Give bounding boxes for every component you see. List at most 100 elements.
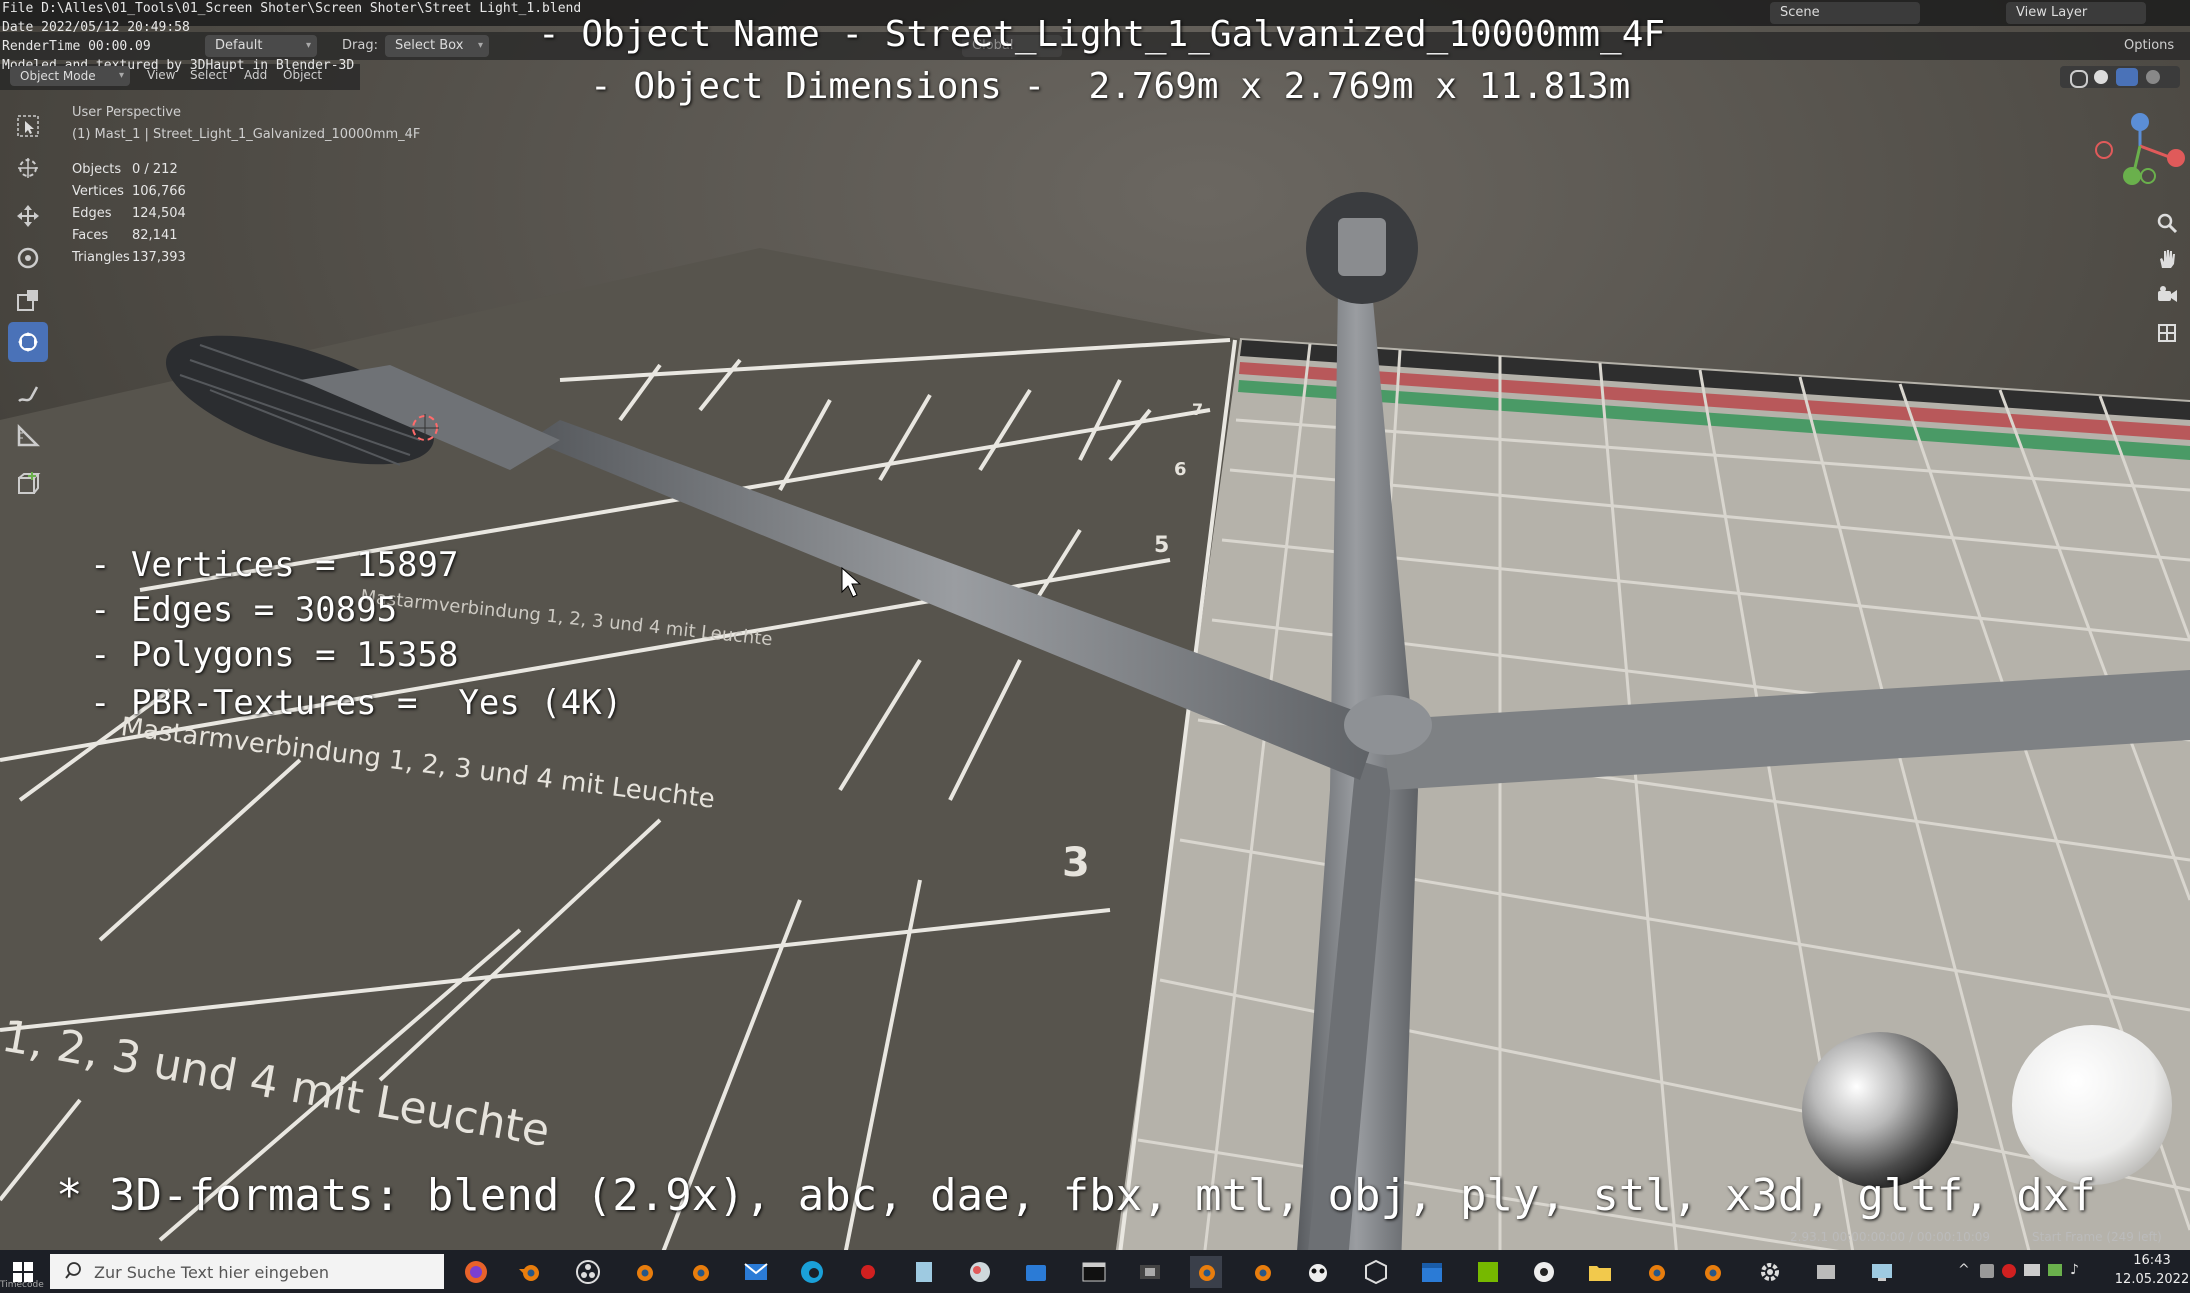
film-icon[interactable] <box>1134 1256 1166 1288</box>
overlay-edges: - Edges = 30895 <box>90 590 398 630</box>
ortho-toggle-button[interactable] <box>2150 316 2184 350</box>
spider-app-icon[interactable] <box>852 1256 884 1288</box>
ground-plane <box>0 248 1245 1293</box>
menu-select[interactable]: Select <box>190 68 227 82</box>
hand-icon <box>2160 250 2175 268</box>
scene-selector[interactable]: Scene <box>1770 2 1920 24</box>
obs-icon[interactable] <box>572 1256 604 1288</box>
grid-icon <box>2158 324 2176 342</box>
material-shading-icon[interactable] <box>2116 68 2138 86</box>
menu-object[interactable]: Object <box>283 68 322 82</box>
tray-volume-icon[interactable]: ♪ <box>2070 1262 2079 1278</box>
zoom-button[interactable] <box>2150 206 2184 240</box>
annotate-tool[interactable] <box>8 374 48 414</box>
photo-app-icon[interactable] <box>964 1256 996 1288</box>
menu-view[interactable]: View <box>147 68 175 82</box>
floor-number-3: 3 <box>1062 840 1090 886</box>
transform-icon <box>18 332 38 352</box>
menu-add[interactable]: Add <box>244 68 267 82</box>
notes-icon[interactable] <box>908 1256 940 1288</box>
taskbar-date[interactable]: 12.05.2022 <box>2112 1272 2190 1287</box>
scale-tool[interactable] <box>8 280 48 320</box>
stamp-render-time: RenderTime 00:00.09 <box>2 39 151 54</box>
stat-triangles-key: Triangles <box>72 250 130 265</box>
drag-select-dropdown[interactable]: Select Box ▾ <box>385 35 489 57</box>
panda-app-icon[interactable] <box>1302 1256 1334 1288</box>
nvidia-icon[interactable] <box>1472 1256 1504 1288</box>
orientation-dropdown-label: Default <box>215 38 263 53</box>
floor-number-6: 6 <box>1174 459 1187 480</box>
blender-icon[interactable] <box>684 1256 716 1288</box>
tray-battery-icon[interactable] <box>2048 1264 2062 1276</box>
folder-icon[interactable] <box>1584 1256 1616 1288</box>
tray-expand-icon[interactable]: ^ <box>1958 1262 1970 1278</box>
terminal-icon[interactable] <box>1078 1256 1110 1288</box>
select-box-tool[interactable] <box>8 106 48 146</box>
stat-faces-key: Faces <box>72 228 109 243</box>
view-layer-selector[interactable]: View Layer <box>2006 2 2146 24</box>
stat-faces-value: 82,141 <box>132 228 178 243</box>
blender-icon[interactable] <box>1696 1256 1728 1288</box>
taskbar-search-input[interactable]: Zur Suche Text hier eingeben <box>50 1254 444 1289</box>
taskbar-time[interactable]: 16:43 <box>2112 1253 2190 1268</box>
blender-icon[interactable] <box>514 1256 546 1288</box>
floor-number-7: 7 <box>1192 400 1203 419</box>
wireframe-shading-icon[interactable] <box>2070 70 2088 88</box>
windows-taskbar: Zur Suche Text hier eingeben Timecode ^ … <box>0 1250 2190 1293</box>
tray-antivirus-icon[interactable] <box>2002 1264 2016 1278</box>
measure-tool[interactable] <box>8 416 48 456</box>
tray-network-icon[interactable] <box>2024 1264 2040 1276</box>
orientation-dropdown[interactable]: Default ▾ <box>205 35 317 57</box>
rendered-shading-icon[interactable] <box>2146 70 2160 84</box>
view-layer-label: View Layer <box>2016 5 2088 20</box>
move-tool[interactable] <box>8 196 48 236</box>
stamp-date: Date 2022/05/12 20:49:58 <box>2 20 190 35</box>
rotate-tool[interactable] <box>8 238 48 278</box>
pencil-icon <box>18 386 39 403</box>
stat-triangles-value: 137,393 <box>132 250 186 265</box>
stat-objects-value: 0 / 212 <box>132 162 178 177</box>
stat-edges-value: 124,504 <box>132 206 186 221</box>
store-icon[interactable] <box>1020 1256 1052 1288</box>
edge-icon[interactable] <box>796 1256 828 1288</box>
pan-button[interactable] <box>2150 242 2184 276</box>
stat-vertices-value: 106,766 <box>132 184 186 199</box>
firefox-icon[interactable] <box>460 1256 492 1288</box>
network-drive-icon[interactable] <box>1810 1256 1842 1288</box>
overlay-pbr-textures: - PBR-Textures = Yes (4K) <box>90 683 623 723</box>
stamp-file: File D:\Alles\01_Tools\01_Screen Shoter\… <box>2 1 582 16</box>
add-cube-tool[interactable] <box>8 464 48 504</box>
scale-icon <box>17 290 38 311</box>
gear-icon[interactable] <box>1754 1256 1786 1288</box>
cursor-select-icon <box>17 115 39 137</box>
blender-icon[interactable] <box>1640 1256 1672 1288</box>
viewport-perspective: User Perspective <box>72 105 182 120</box>
options-button[interactable]: Options <box>2124 38 2174 53</box>
status-start-frame: Start Frame (249 left) <box>2032 1230 2162 1244</box>
camera-icon <box>2158 286 2177 302</box>
floor-number-5: 5 <box>1154 533 1169 558</box>
mode-dropdown[interactable]: Object Mode ▾ <box>10 66 130 86</box>
chevron-down-icon: ▾ <box>118 70 124 81</box>
3d-box-icon[interactable] <box>1360 1256 1392 1288</box>
blender-icon[interactable] <box>1246 1256 1278 1288</box>
solid-shading-icon[interactable] <box>2094 70 2108 84</box>
magnifier-icon <box>2157 213 2178 234</box>
remote-desktop-icon[interactable] <box>1866 1256 1898 1288</box>
transform-tool[interactable] <box>8 322 48 362</box>
status-version-time: 2.93.1 00:00:00:00 / 00:00:10:09 <box>1790 1230 1991 1244</box>
tray-app-icon[interactable] <box>1980 1264 1994 1278</box>
blender-icon[interactable] <box>628 1256 660 1288</box>
blender-icon[interactable] <box>1190 1256 1222 1288</box>
move-arrows-icon <box>17 205 39 227</box>
media-player-icon[interactable] <box>1528 1256 1560 1288</box>
mail-icon[interactable] <box>740 1256 772 1288</box>
ruler-icon <box>17 423 41 447</box>
shading-buttons[interactable] <box>2060 66 2180 88</box>
mode-dropdown-label: Object Mode <box>20 69 96 83</box>
overlay-object-dimensions: - Object Dimensions - 2.769m x 2.769m x … <box>590 66 1631 107</box>
calendar-icon[interactable] <box>1416 1256 1448 1288</box>
camera-view-button[interactable] <box>2150 278 2184 312</box>
cursor-tool[interactable] <box>8 148 48 188</box>
system-tray[interactable]: ^ ♪ <box>1956 1250 2106 1293</box>
